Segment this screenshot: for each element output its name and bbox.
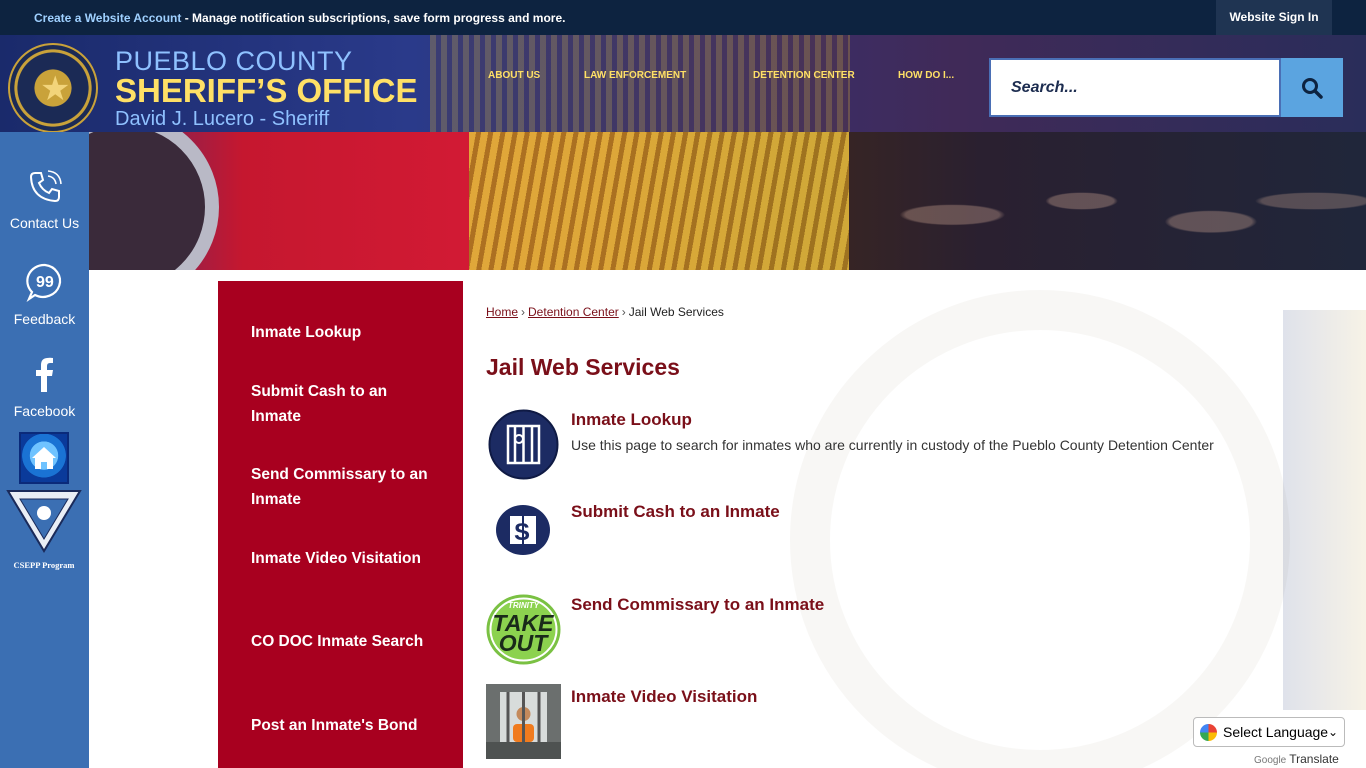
page-title: Jail Web Services — [486, 354, 680, 380]
chevron-down-icon: ⌄ — [1327, 725, 1338, 739]
sheriff-seal-watermark — [790, 290, 1290, 768]
seal-watermark-edge — [1283, 310, 1366, 710]
feedback-icon: 99 — [25, 263, 61, 302]
entry-inmate-lookup-description: Use this page to search for inmates who … — [571, 437, 1214, 453]
brand-line-3: David J. Lucero - Sheriff — [115, 108, 330, 130]
quick-links-bar: Contact Us 99 Feedback Facebook CSEPP Pr… — [0, 132, 89, 768]
nav-how-do-i[interactable]: HOW DO I... — [898, 70, 954, 81]
breadcrumb-detention-center[interactable]: Detention Center — [528, 305, 619, 319]
powered-by-google-translate[interactable]: Google Translate — [1254, 752, 1339, 766]
takeout-brand-text: TRINITY — [507, 601, 540, 610]
dollar-icon: S — [496, 505, 550, 555]
sidenav-video-visitation[interactable]: Inmate Video Visitation — [251, 546, 431, 571]
site-brand[interactable]: PUEBLO COUNTY SHERIFF’S OFFICE David J. … — [115, 47, 418, 131]
entry-video-visitation-link[interactable]: Inmate Video Visitation — [571, 687, 757, 707]
entry-inmate-lookup-link[interactable]: Inmate Lookup — [571, 410, 692, 430]
create-account-link[interactable]: Create a Website Account — [34, 11, 181, 25]
site-header: ★ PUEBLO COUNTY SHERIFF’S OFFICE David J… — [0, 35, 1366, 132]
quick-link-label: Feedback — [13, 311, 76, 327]
home-icon — [32, 447, 56, 469]
breadcrumb-separator: › — [521, 305, 526, 319]
sidenav-inmate-lookup[interactable]: Inmate Lookup — [251, 320, 431, 345]
language-select[interactable]: Select Language ⌄ — [1193, 717, 1345, 747]
side-navigation: Inmate Lookup Submit Cash to an Inmate S… — [218, 281, 463, 768]
brand-line-2: SHERIFF’S OFFICE — [115, 72, 418, 109]
account-bar: Create a Website Account - Manage notifi… — [0, 0, 1366, 35]
video-visitation-thumbnail[interactable] — [486, 684, 561, 764]
sidenav-post-bond[interactable]: Post an Inmate's Bond — [251, 713, 431, 738]
sidenav-submit-cash[interactable]: Submit Cash to an Inmate — [251, 379, 431, 429]
breadcrumb-separator: › — [621, 305, 626, 319]
sidenav-send-commissary[interactable]: Send Commissary to an Inmate — [251, 462, 431, 512]
nav-law-enforcement[interactable]: LAW ENFORCEMENT — [584, 70, 686, 81]
quick-link-label: Facebook — [13, 403, 76, 419]
quick-link-label: Contact Us — [9, 215, 80, 231]
translate-label: Translate — [1289, 752, 1339, 766]
search-box — [989, 58, 1281, 117]
banner-gold-fringe — [469, 132, 849, 270]
csepp-label: CSEPP Program — [13, 560, 75, 570]
nav-about-us[interactable]: ABOUT US — [488, 70, 540, 81]
send-commissary-thumbnail[interactable]: TRINITY TAKE OUT — [485, 593, 562, 671]
star-icon: ★ — [40, 70, 71, 108]
sheriff-seal-logo[interactable]: ★ — [8, 43, 98, 132]
website-sign-in-button[interactable]: Website Sign In — [1216, 0, 1332, 35]
quick-link-feedback[interactable]: 99 Feedback — [0, 262, 89, 327]
banner-crowd — [849, 132, 1366, 270]
hero-banner-image — [89, 132, 1366, 270]
account-message-text: - Manage notification subscriptions, sav… — [181, 11, 566, 25]
language-select-label: Select Language — [1223, 724, 1329, 740]
phone-icon — [29, 170, 62, 203]
header-background-decoration — [430, 35, 850, 132]
search-button[interactable] — [1281, 58, 1343, 117]
home-button[interactable] — [19, 432, 69, 484]
account-message: Create a Website Account - Manage notifi… — [34, 11, 565, 25]
svg-text:99: 99 — [36, 274, 54, 291]
quick-link-contact-us[interactable]: Contact Us — [0, 168, 89, 231]
csepp-program-link[interactable]: CSEPP Program — [6, 489, 82, 570]
takeout-logo-text: TAKE OUT — [492, 610, 554, 656]
breadcrumb: Home › Detention Center › Jail Web Services — [486, 305, 724, 319]
submit-cash-thumbnail[interactable]: S — [494, 503, 552, 562]
google-wordmark: Google — [1254, 755, 1287, 766]
search-icon — [1302, 77, 1323, 99]
jail-cell-icon — [488, 409, 559, 480]
nav-detention-center[interactable]: DETENTION CENTER — [753, 70, 855, 81]
brand-line-1: PUEBLO COUNTY — [115, 46, 353, 76]
entry-submit-cash-link[interactable]: Submit Cash to an Inmate — [571, 502, 780, 522]
banner-medal-decoration — [89, 132, 219, 270]
breadcrumb-home[interactable]: Home — [486, 305, 518, 319]
inmate-lookup-thumbnail[interactable] — [488, 409, 559, 485]
entry-send-commissary-link[interactable]: Send Commissary to an Inmate — [571, 595, 824, 615]
quick-link-facebook[interactable]: Facebook — [0, 356, 89, 419]
inmate-behind-bars-icon — [486, 684, 561, 759]
search-input[interactable] — [991, 60, 1279, 115]
facebook-icon — [35, 357, 53, 392]
breadcrumb-current: Jail Web Services — [628, 305, 724, 319]
csepp-emblem-icon — [6, 490, 82, 553]
sidenav-co-doc-search[interactable]: CO DOC Inmate Search — [251, 629, 431, 654]
google-icon — [1200, 723, 1217, 741]
